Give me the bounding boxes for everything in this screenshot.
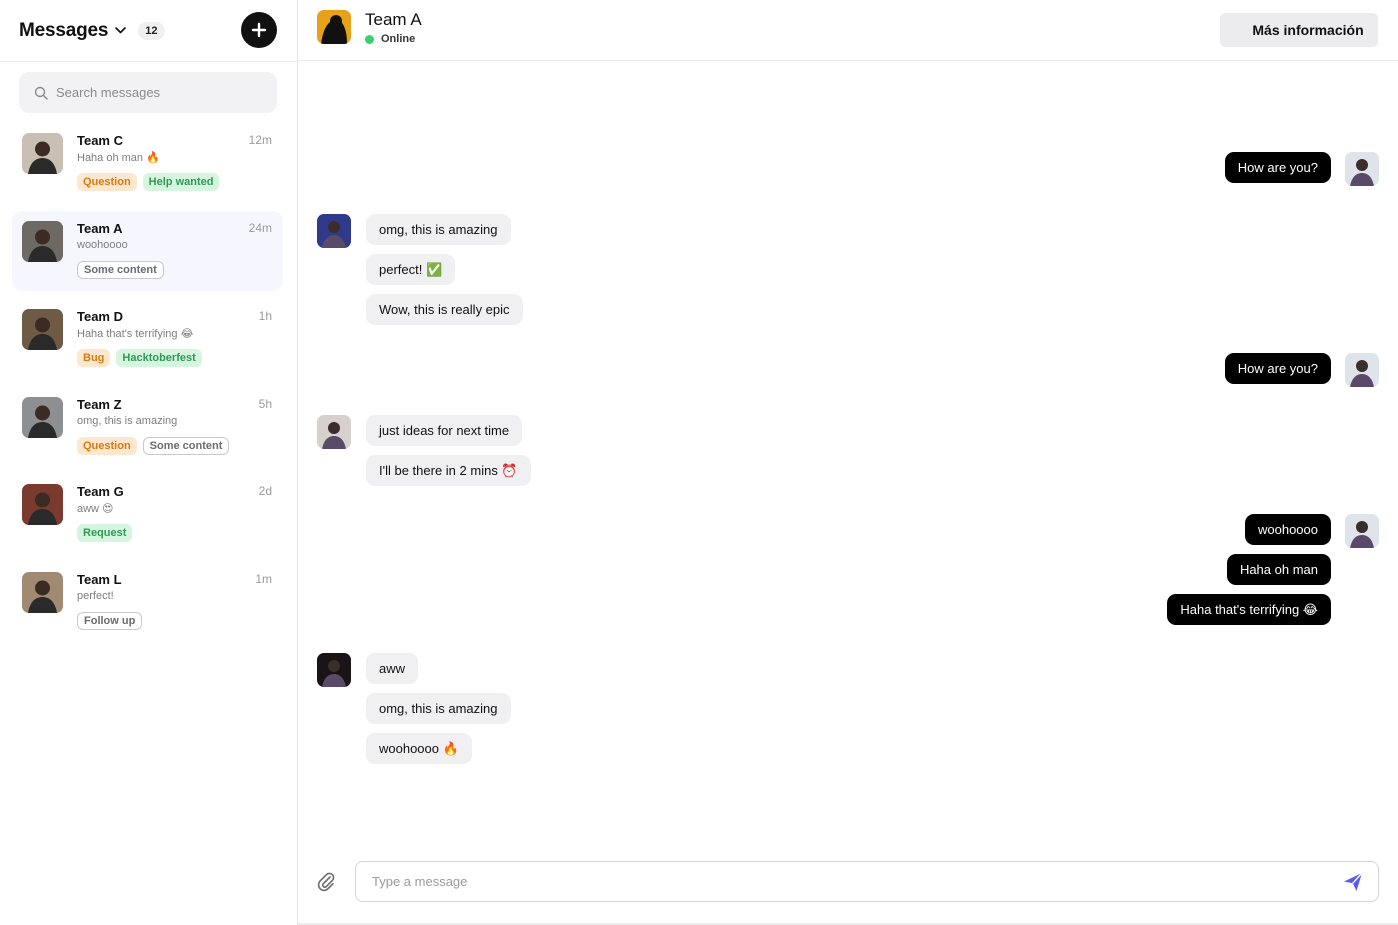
avatar bbox=[22, 572, 63, 613]
conversation-time: 2d bbox=[258, 484, 272, 498]
conversation-preview: omg, this is amazing bbox=[77, 415, 178, 427]
unread-count-badge: 12 bbox=[138, 21, 165, 40]
search-icon bbox=[34, 86, 48, 100]
incoming-message[interactable]: Wow, this is really epic bbox=[366, 294, 523, 325]
conversation-time: 5h bbox=[258, 397, 272, 411]
conversation-item[interactable]: Team D 1h Haha that's terrifying 😂 Bug Hackt… bbox=[12, 299, 283, 379]
incoming-message[interactable]: I'll be there in 2 mins ⏰ bbox=[366, 455, 531, 486]
conversation-name: Team G bbox=[77, 484, 124, 499]
avatar bbox=[22, 397, 63, 438]
messaging-app: Messages 12 Team C 12m Haha oh man 🔥 Questi… bbox=[0, 0, 1398, 925]
chat-panel: Team A Online Más información How are yo… bbox=[298, 0, 1398, 925]
avatar bbox=[1345, 152, 1379, 186]
avatar bbox=[22, 133, 63, 174]
conversation-item[interactable]: Team Z 5h omg, this is amazing Question Some… bbox=[12, 387, 283, 467]
avatar bbox=[1345, 514, 1379, 548]
tag-badge[interactable]: Some content bbox=[77, 261, 164, 279]
incoming-message[interactable]: perfect! ✅ bbox=[366, 254, 456, 285]
tag-list: Some content bbox=[77, 261, 164, 279]
avatar bbox=[22, 221, 63, 262]
tag-badge[interactable]: Question bbox=[77, 437, 137, 455]
conversation-preview: Haha that's terrifying 😂 bbox=[77, 328, 194, 340]
attachment-button[interactable] bbox=[316, 870, 338, 894]
conversation-name: Team A bbox=[77, 221, 123, 236]
avatar bbox=[22, 484, 63, 525]
avatar bbox=[317, 653, 351, 687]
search-box[interactable] bbox=[19, 72, 277, 113]
chat-title: Team A bbox=[365, 10, 422, 29]
tag-badge[interactable]: Hacktoberfest bbox=[116, 349, 202, 367]
tag-list: Follow up bbox=[77, 612, 143, 630]
conversation-preview: Haha oh man 🔥 bbox=[77, 152, 160, 164]
conversation-preview: perfect! bbox=[77, 590, 114, 602]
conversation-time: 12m bbox=[248, 133, 272, 147]
conversation-time: 1h bbox=[258, 309, 272, 323]
send-button[interactable] bbox=[1342, 871, 1364, 893]
avatar bbox=[1345, 353, 1379, 387]
avatar bbox=[317, 214, 351, 248]
conversation-preview: woohoooo bbox=[77, 239, 128, 251]
conversation-item[interactable]: Team L 1m perfect! Follow up bbox=[12, 562, 283, 642]
incoming-message[interactable]: omg, this is amazing bbox=[366, 214, 511, 245]
conversation-name: Team C bbox=[77, 133, 123, 148]
search-input[interactable] bbox=[56, 85, 256, 100]
avatar[interactable] bbox=[317, 10, 351, 44]
chat-header: Team A Online Más información bbox=[298, 0, 1398, 61]
tag-list: Question Some content bbox=[77, 437, 230, 455]
avatar bbox=[317, 415, 351, 449]
tag-list: Request bbox=[77, 524, 133, 542]
conversation-name: Team Z bbox=[77, 397, 122, 412]
outgoing-message[interactable]: Haha that's terrifying 😂 bbox=[1167, 594, 1331, 625]
plus-icon bbox=[251, 22, 267, 38]
paperclip-icon bbox=[317, 872, 335, 892]
message-composer[interactable] bbox=[355, 861, 1379, 902]
conversation-item[interactable]: Team G 2d aww 😍 Request bbox=[12, 474, 283, 554]
tag-badge[interactable]: Request bbox=[77, 524, 133, 542]
outgoing-message[interactable]: woohoooo bbox=[1245, 514, 1331, 545]
new-message-button[interactable] bbox=[241, 12, 277, 48]
send-icon bbox=[1344, 872, 1363, 891]
outgoing-message[interactable]: How are you? bbox=[1224, 152, 1331, 183]
sidebar-title[interactable]: Messages bbox=[19, 20, 108, 42]
conversation-name: Team D bbox=[77, 309, 123, 324]
incoming-message[interactable]: omg, this is amazing bbox=[366, 693, 511, 724]
tag-badge[interactable]: Bug bbox=[77, 349, 111, 367]
incoming-message[interactable]: woohoooo 🔥 bbox=[366, 733, 472, 764]
incoming-message[interactable]: aww bbox=[366, 653, 419, 684]
conversation-time: 1m bbox=[255, 572, 272, 586]
tag-badge[interactable]: Follow up bbox=[77, 612, 143, 630]
status-text: Online bbox=[381, 33, 416, 45]
online-dot-icon bbox=[365, 34, 374, 44]
conversation-item[interactable]: Team C 12m Haha oh man 🔥 Question Help wante… bbox=[12, 123, 283, 203]
conversation-item[interactable]: Team A 24m woohoooo Some content bbox=[12, 211, 283, 291]
sidebar: Messages 12 Team C 12m Haha oh man 🔥 Questi… bbox=[0, 0, 298, 925]
more-info-button[interactable]: Más información bbox=[1220, 13, 1378, 47]
status-indicator: Online bbox=[365, 33, 415, 45]
tag-badge[interactable]: Question bbox=[77, 173, 137, 191]
incoming-message[interactable]: just ideas for next time bbox=[366, 415, 523, 446]
outgoing-message[interactable]: Haha oh man bbox=[1226, 554, 1331, 585]
chevron-down-icon[interactable] bbox=[114, 25, 126, 37]
tag-badge[interactable]: Some content bbox=[142, 437, 230, 455]
message-input[interactable] bbox=[372, 874, 1312, 889]
tag-list: Bug Hacktoberfest bbox=[77, 349, 202, 367]
avatar bbox=[22, 309, 63, 350]
tag-badge[interactable]: Help wanted bbox=[142, 173, 220, 191]
conversation-time: 24m bbox=[248, 221, 272, 235]
conversation-preview: aww 😍 bbox=[77, 503, 114, 515]
outgoing-message[interactable]: How are you? bbox=[1224, 353, 1331, 384]
conversation-name: Team L bbox=[77, 572, 122, 587]
tag-list: Question Help wanted bbox=[77, 173, 220, 191]
sidebar-header: Messages 12 bbox=[0, 0, 297, 62]
